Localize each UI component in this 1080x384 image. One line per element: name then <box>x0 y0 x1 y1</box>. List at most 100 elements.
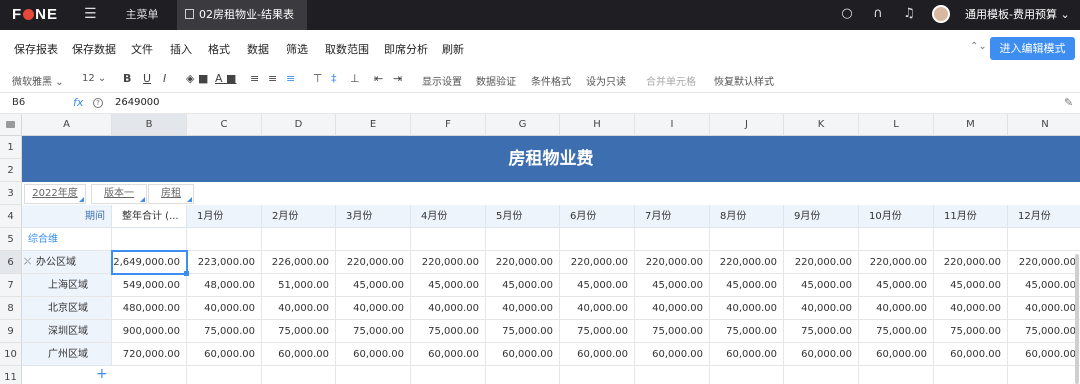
set-readonly-button[interactable]: 设为只读 <box>586 73 626 88</box>
row-header[interactable]: 3 <box>0 182 22 205</box>
data-cell[interactable]: 75,000.00 <box>486 320 560 343</box>
data-cell[interactable]: 45,000.00 <box>560 274 635 297</box>
empty-cell[interactable] <box>635 366 710 384</box>
data-cell[interactable]: 40,000.00 <box>411 297 486 320</box>
data-cell[interactable]: 220,000.00 <box>411 251 486 274</box>
vertical-scrollbar[interactable] <box>1075 254 1079 384</box>
data-cell[interactable]: 45,000.00 <box>710 274 784 297</box>
data-cell[interactable]: 45,000.00 <box>1008 274 1080 297</box>
data-cell[interactable]: 51,000.00 <box>262 274 336 297</box>
data-cell[interactable]: 40,000.00 <box>486 297 560 320</box>
data-cell[interactable]: 45,000.00 <box>411 274 486 297</box>
align-right-icon[interactable]: ≡ <box>286 72 295 85</box>
column-header[interactable]: I <box>635 114 710 136</box>
data-cell[interactable]: 60,000.00 <box>1008 343 1080 366</box>
data-cell[interactable]: 60,000.00 <box>336 343 411 366</box>
empty-cell[interactable] <box>112 228 187 251</box>
data-cell[interactable]: 220,000.00 <box>934 251 1008 274</box>
data-cell[interactable]: 75,000.00 <box>262 320 336 343</box>
data-cell[interactable]: 220,000.00 <box>486 251 560 274</box>
filter-chip[interactable]: 版本一 <box>91 184 147 204</box>
column-header[interactable]: K <box>784 114 859 136</box>
data-cell[interactable]: 75,000.00 <box>859 320 934 343</box>
row-header[interactable]: 8 <box>0 297 22 320</box>
data-cell[interactable]: 75,000.00 <box>635 320 710 343</box>
data-cell[interactable]: 549,000.00 <box>112 274 187 297</box>
data-cell[interactable]: 40,000.00 <box>262 297 336 320</box>
empty-cell[interactable] <box>262 366 336 384</box>
app-logo[interactable]: F NE <box>12 6 58 23</box>
data-cell[interactable]: 220,000.00 <box>859 251 934 274</box>
formula-input[interactable]: 2649000 <box>115 97 160 108</box>
cell-reference[interactable]: B6 <box>12 97 25 108</box>
empty-cell[interactable] <box>486 366 560 384</box>
collapse-toggle-icon[interactable]: ⤬ <box>24 251 31 273</box>
fx-icon[interactable]: fx <box>73 96 83 109</box>
column-header[interactable]: M <box>934 114 1008 136</box>
data-cell[interactable]: 60,000.00 <box>187 343 262 366</box>
data-cell[interactable]: 45,000.00 <box>859 274 934 297</box>
data-cell[interactable]: 226,000.00 <box>262 251 336 274</box>
row-header[interactable]: 5 <box>0 228 22 251</box>
data-cell[interactable]: 60,000.00 <box>934 343 1008 366</box>
empty-cell[interactable] <box>112 366 187 384</box>
empty-cell[interactable] <box>411 366 486 384</box>
empty-cell[interactable] <box>336 228 411 251</box>
data-cell[interactable]: 40,000.00 <box>710 297 784 320</box>
data-cell[interactable]: 75,000.00 <box>411 320 486 343</box>
align-center-icon[interactable]: ≡ <box>268 72 277 85</box>
data-cell[interactable]: 40,000.00 <box>336 297 411 320</box>
file-menu[interactable]: 文件 <box>131 41 153 57</box>
column-header[interactable]: F <box>411 114 486 136</box>
row-label[interactable]: 深圳区域 <box>22 320 112 343</box>
tab-current-file[interactable]: 02房租物业-结果表 <box>177 0 307 30</box>
empty-cell[interactable] <box>560 366 635 384</box>
empty-cell[interactable] <box>934 366 1008 384</box>
template-selector[interactable]: 通用模板-费用预算 ⌄ <box>965 0 1070 30</box>
font-family-select[interactable]: 微软雅黑 ⌄ <box>12 73 64 88</box>
column-header[interactable]: C <box>187 114 262 136</box>
row-header[interactable]: 10 <box>0 343 22 366</box>
valign-bottom-icon[interactable]: ⊥ <box>350 72 360 85</box>
data-cell[interactable]: 220,000.00 <box>336 251 411 274</box>
column-header[interactable]: G <box>486 114 560 136</box>
column-header[interactable]: D <box>262 114 336 136</box>
data-cell[interactable]: 220,000.00 <box>1008 251 1080 274</box>
data-cell[interactable]: 223,000.00 <box>187 251 262 274</box>
data-cell[interactable]: 220,000.00 <box>635 251 710 274</box>
empty-cell[interactable] <box>934 228 1008 251</box>
data-cell[interactable]: 40,000.00 <box>560 297 635 320</box>
data-cell[interactable]: 75,000.00 <box>187 320 262 343</box>
data-cell[interactable]: 60,000.00 <box>486 343 560 366</box>
data-cell[interactable]: 45,000.00 <box>486 274 560 297</box>
empty-cell[interactable] <box>859 228 934 251</box>
column-header[interactable]: B <box>112 114 187 136</box>
row-header[interactable]: 9 <box>0 320 22 343</box>
data-cell[interactable]: 60,000.00 <box>635 343 710 366</box>
data-cell[interactable]: 720,000.00 <box>112 343 187 366</box>
edit-pencil-icon[interactable]: ✎ <box>1064 96 1073 109</box>
fill-handle[interactable] <box>184 271 189 276</box>
data-validation-button[interactable]: 数据验证 <box>476 73 516 88</box>
avatar[interactable] <box>932 5 950 23</box>
data-cell[interactable]: 900,000.00 <box>112 320 187 343</box>
save-data-button[interactable]: 保存数据 <box>72 41 116 57</box>
row-header[interactable]: 1 <box>0 136 22 159</box>
select-all-corner[interactable] <box>0 114 22 136</box>
spreadsheet-grid[interactable]: A B C D E F G H I J K L M N 1 2 3 4 5 6 7 8 9 10 11 房租物业费 2022年度 版本… <box>0 114 1080 384</box>
data-cell[interactable]: 75,000.00 <box>784 320 859 343</box>
empty-cell[interactable] <box>710 228 784 251</box>
save-report-button[interactable]: 保存报表 <box>14 41 58 57</box>
data-cell[interactable]: 75,000.00 <box>336 320 411 343</box>
valign-top-icon[interactable]: ⊤ <box>313 72 323 85</box>
data-cell[interactable]: 40,000.00 <box>859 297 934 320</box>
bold-icon[interactable]: B <box>123 72 131 85</box>
data-cell[interactable]: 75,000.00 <box>1008 320 1080 343</box>
add-row-button[interactable]: + <box>96 366 112 384</box>
conditional-format-button[interactable]: 条件格式 <box>531 73 571 88</box>
italic-icon[interactable]: I <box>163 72 166 85</box>
align-left-icon[interactable]: ≡ <box>250 72 259 85</box>
empty-cell[interactable] <box>784 366 859 384</box>
restore-default-style-button[interactable]: 恢复默认样式 <box>714 73 774 88</box>
data-cell[interactable]: 45,000.00 <box>784 274 859 297</box>
